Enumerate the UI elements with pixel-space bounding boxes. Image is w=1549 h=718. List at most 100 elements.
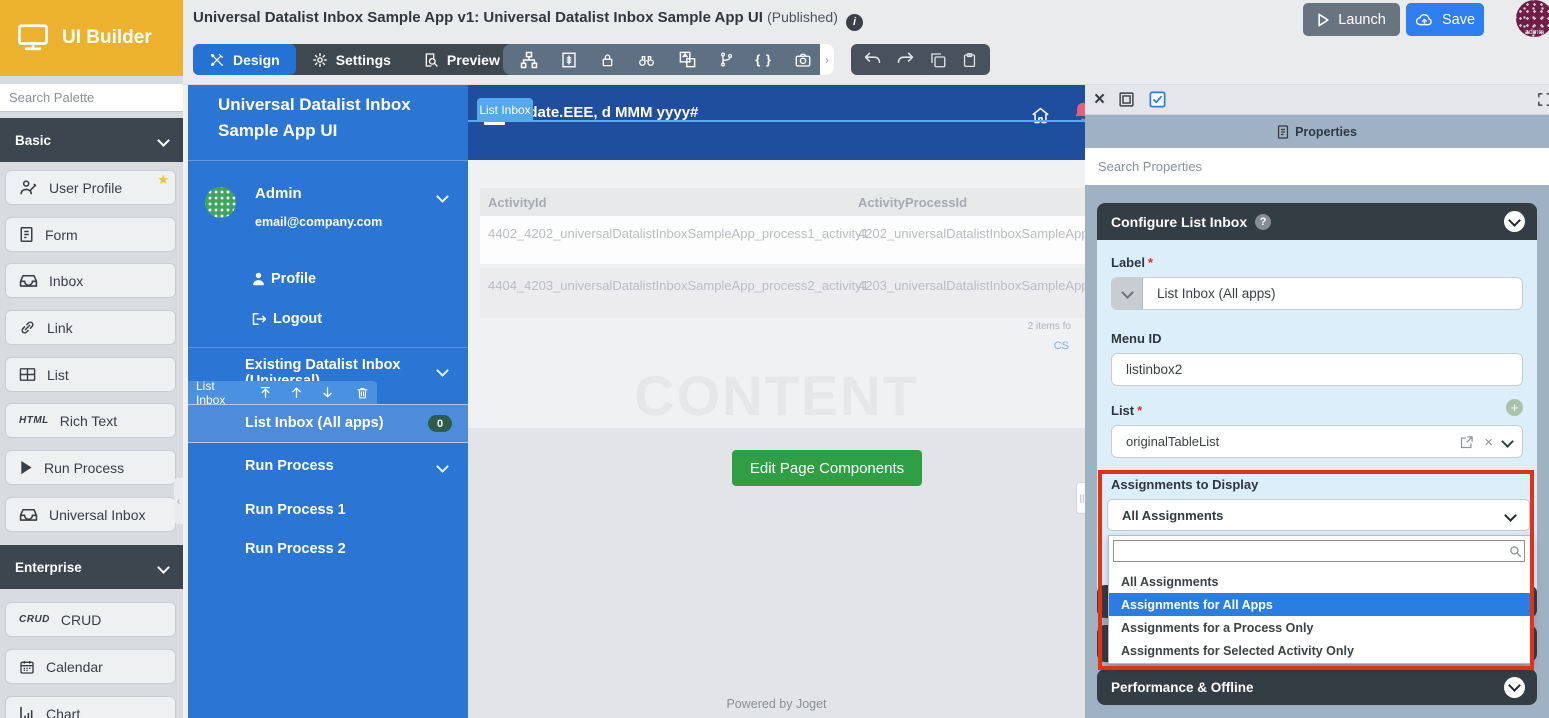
add-list-icon[interactable]: + (1506, 399, 1523, 416)
table-col-activityid: ActivityId (488, 195, 547, 210)
app-logo: UI Builder (0, 0, 183, 76)
assignments-field-label: Assignments to Display (1111, 477, 1259, 492)
sitemap-icon[interactable] (519, 50, 539, 70)
header-date-placeholder: #date.EEE, d MMM yyyy# (520, 104, 699, 121)
close-icon[interactable]: × (1094, 90, 1105, 109)
user-email: email@company.com (255, 215, 383, 229)
dropdown-option-assignments-for-all-apps[interactable]: Assignments for All Apps (1109, 593, 1531, 616)
sidebar-item-run-process-1[interactable]: Run Process 1 (245, 502, 346, 518)
label-field-input[interactable]: List Inbox (All apps) (1111, 277, 1523, 310)
preview-app-title: Universal Datalist Inbox Sample App UI (218, 95, 411, 141)
palette-item-calendar[interactable]: Calendar (5, 649, 176, 684)
calendar-icon (19, 659, 35, 675)
gear-icon (312, 52, 328, 68)
fullscreen-icon[interactable] (1536, 91, 1549, 108)
preview-magnifier-icon (423, 52, 439, 68)
camera-icon[interactable] (793, 51, 813, 69)
paste-icon[interactable] (961, 51, 978, 69)
panel-resize-handle[interactable]: || (1076, 482, 1085, 514)
table-col-activityprocessid: ActivityProcessId (858, 195, 968, 210)
braces-icon[interactable]: { } (755, 52, 772, 67)
palette-item-form[interactable]: Form (5, 217, 176, 252)
logout-icon (252, 312, 267, 326)
chevron-right-icon: › (825, 52, 829, 67)
dropdown-search-input[interactable] (1113, 540, 1525, 562)
properties-toolbar: × (1085, 85, 1549, 115)
checkbox-checked-icon[interactable] (1148, 90, 1167, 109)
sidebar-item-run-process[interactable]: Run Process (245, 458, 334, 474)
help-icon[interactable]: ? (1255, 213, 1272, 230)
tab-design[interactable]: Design (193, 44, 296, 75)
preview-canvas: #date.EEE, d MMM yyyy# List Inbox Activi… (468, 85, 1085, 718)
sidebar-item-list-inbox-all-apps[interactable]: List Inbox (All apps) 0 (188, 404, 468, 443)
palette-item-run-process[interactable]: Run Process (5, 450, 176, 485)
palette-item-rich-text[interactable]: HTML Rich Text (5, 403, 176, 438)
palette-item-link[interactable]: Link (5, 310, 176, 345)
selected-element-tag[interactable]: List Inbox (477, 98, 533, 121)
clear-icon[interactable]: × (1484, 434, 1493, 451)
divider (188, 160, 468, 161)
avatar[interactable]: admin (1516, 0, 1549, 37)
menu-id-field-input[interactable]: listinbox2 (1111, 353, 1523, 386)
tab-settings[interactable]: Settings (296, 44, 407, 75)
undo-icon[interactable] (863, 51, 882, 68)
dropdown-option-assignments-for-a-process-only[interactable]: Assignments for a Process Only (1109, 616, 1531, 639)
menu-item-logout[interactable]: Logout (252, 311, 322, 327)
edit-page-components-button[interactable]: Edit Page Components (732, 450, 922, 486)
toolbar-more-button[interactable]: › (820, 44, 834, 75)
chevron-down-icon[interactable] (436, 190, 449, 203)
properties-title: Properties (1085, 115, 1549, 148)
copy-icon[interactable] (929, 51, 947, 69)
lock-icon[interactable] (599, 51, 616, 69)
palette-item-list[interactable]: List (5, 357, 176, 392)
sidebar-item-run-process-2[interactable]: Run Process 2 (245, 541, 346, 557)
window-panel-icon[interactable] (1118, 91, 1135, 108)
chevron-down-icon[interactable] (436, 364, 449, 377)
list-field-input[interactable]: originalTableList × (1111, 425, 1523, 458)
save-button[interactable]: Save (1406, 3, 1484, 36)
palette-item-inbox[interactable]: Inbox (5, 263, 176, 298)
menu-id-field-label: Menu ID (1111, 331, 1162, 346)
binoculars-icon[interactable] (636, 51, 657, 69)
user-profile-icon (19, 179, 38, 196)
chevron-down-icon[interactable] (1501, 434, 1514, 448)
palette-search-input[interactable] (0, 84, 183, 112)
field-options-button[interactable] (1112, 278, 1143, 309)
page-title: Universal Datalist Inbox Sample App v1: … (193, 9, 864, 31)
preview-header (468, 85, 1085, 160)
collapse-chevron-icon[interactable] (1504, 676, 1525, 698)
palette-item-crud[interactable]: CRUD CRUD (5, 602, 176, 637)
collapse-chevron-icon[interactable] (1504, 211, 1525, 232)
assignments-select[interactable]: All Assignments (1107, 499, 1530, 531)
palette-section-enterprise[interactable]: Enterprise (0, 545, 183, 589)
dropdown-option-all-assignments[interactable]: All Assignments (1109, 570, 1531, 593)
form-structure-icon[interactable] (560, 51, 578, 69)
palette-item-user-profile[interactable]: User Profile ★ (5, 170, 176, 205)
palette-collapse-handle[interactable]: ‹ (174, 478, 183, 524)
move-down-icon[interactable] (321, 386, 334, 399)
csv-export-link[interactable]: CS (1054, 340, 1069, 352)
chevron-down-icon[interactable] (436, 460, 449, 473)
menu-item-profile[interactable]: Profile (252, 271, 316, 287)
dropdown-option-assignments-for-selected-activity-only[interactable]: Assignments for Selected Activity Only (1109, 639, 1531, 662)
performance-section-header[interactable]: Performance & Offline (1097, 669, 1537, 705)
launch-button[interactable]: Launch (1303, 3, 1400, 36)
redo-icon[interactable] (896, 51, 915, 68)
palette-item-universal-inbox[interactable]: Universal Inbox (5, 497, 176, 532)
tab-preview[interactable]: Preview (407, 44, 516, 75)
table-header-row (480, 188, 1085, 216)
git-branch-icon[interactable] (718, 50, 735, 69)
delete-icon[interactable] (356, 386, 369, 400)
view-tab-group: Design Settings Preview (193, 44, 516, 75)
move-up-icon[interactable] (290, 386, 303, 399)
translate-icon[interactable] (678, 50, 697, 69)
info-icon[interactable]: i (846, 13, 864, 31)
palette-item-chart[interactable]: Chart (5, 696, 176, 718)
external-link-icon[interactable] (1459, 435, 1474, 450)
label-field-label: Label * (1111, 255, 1154, 270)
move-top-icon[interactable] (259, 386, 272, 399)
required-marker: * (1137, 403, 1143, 418)
configure-section-header[interactable]: Configure List Inbox ? (1097, 203, 1537, 240)
palette-section-basic[interactable]: Basic (0, 118, 183, 162)
properties-search-input[interactable] (1085, 148, 1549, 185)
